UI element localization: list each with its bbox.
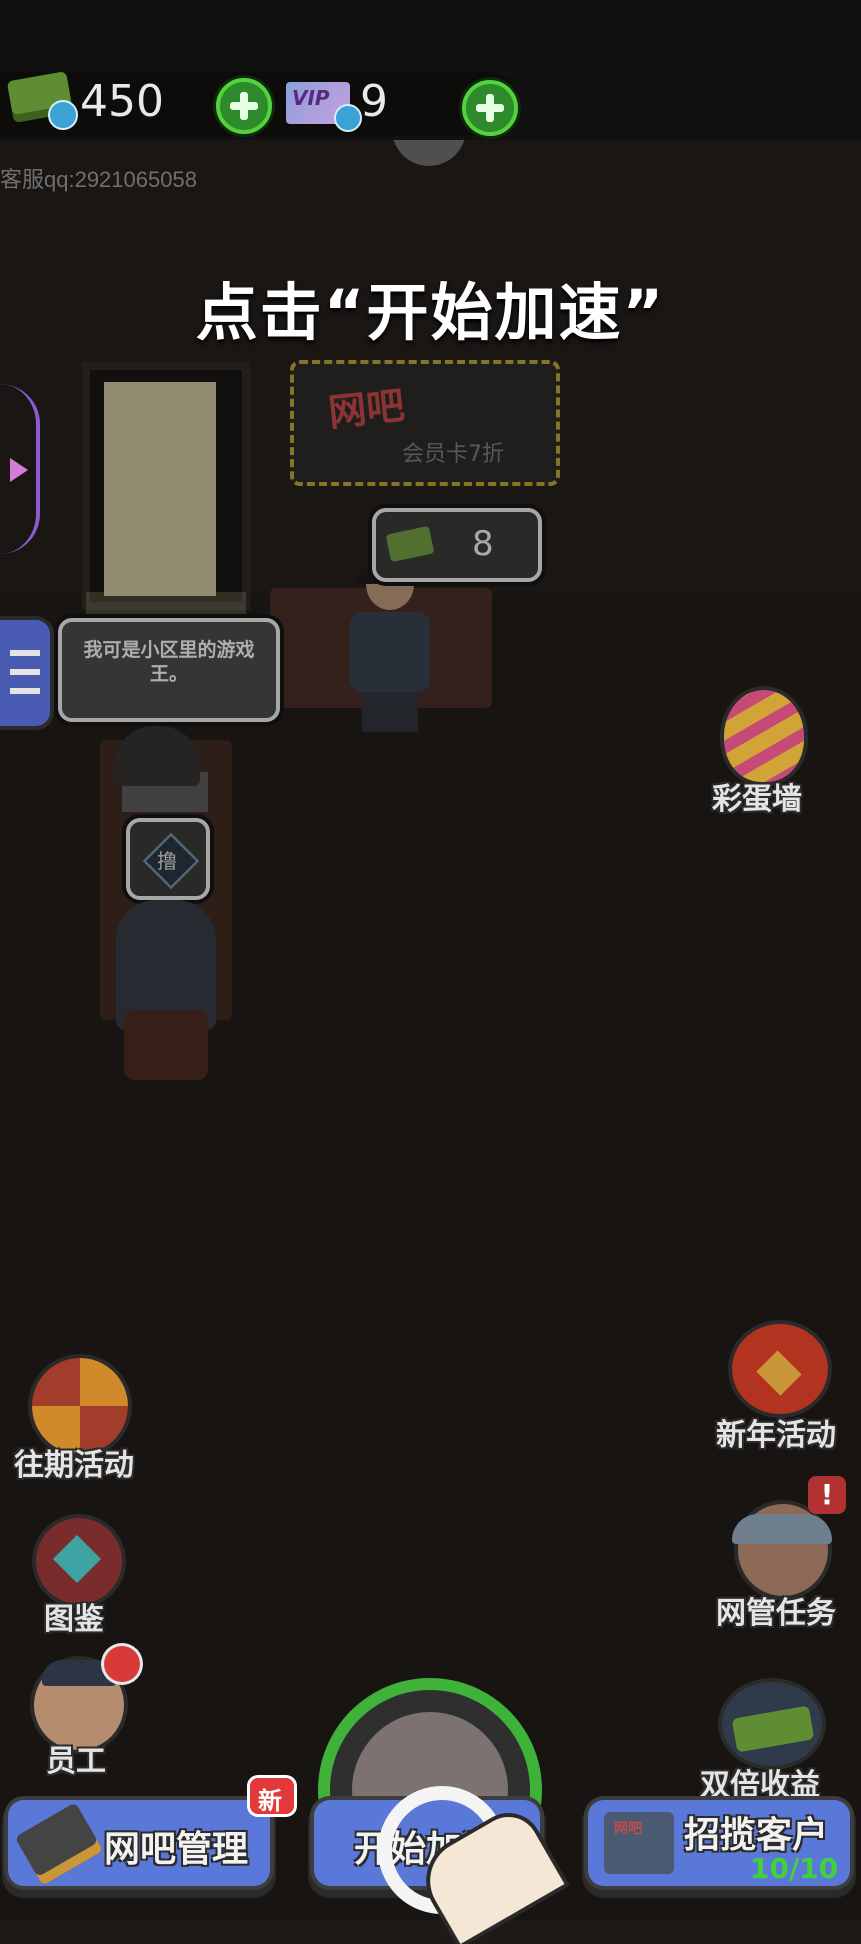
collection-label: 图鉴 — [44, 1602, 104, 1637]
vip-amount: 9 — [360, 76, 388, 127]
vip-video-icon — [334, 104, 362, 132]
recruit-customers-button[interactable]: 网吧 招揽客户 10/10 — [588, 1800, 850, 1886]
cashier-character — [350, 558, 430, 748]
past-events-button[interactable]: 往期活动 — [10, 1354, 160, 1484]
menu-list-button[interactable] — [0, 620, 50, 726]
easter-egg-wall-label: 彩蛋墙 — [712, 782, 802, 817]
new-badge-text: 新 — [258, 1787, 282, 1815]
doorway — [82, 362, 250, 610]
storefront-icon: 网吧 — [604, 1812, 674, 1874]
recruit-customers-label: 招揽客户 — [684, 1815, 829, 1856]
manage-cafe-button[interactable]: 网吧管理 — [8, 1800, 270, 1886]
income-bubble: 8 — [372, 508, 542, 582]
staff-label: 员工 — [46, 1744, 106, 1779]
add-vip-button[interactable] — [462, 80, 518, 136]
admin-tasks-label: 网管任务 — [716, 1596, 836, 1631]
chair — [124, 1010, 208, 1080]
cash-icon — [385, 525, 435, 563]
manage-cafe-label: 网吧管理 — [104, 1829, 249, 1870]
new-year-event-label: 新年活动 — [716, 1418, 836, 1453]
chevron-right-icon — [10, 458, 28, 482]
collection-button[interactable]: 图鉴 — [26, 1514, 136, 1644]
income-bubble-value: 8 — [472, 524, 494, 564]
easter-egg-wall-button[interactable]: 彩蛋墙 — [700, 680, 830, 820]
speech-bubble: 我可是小区里的游戏王。 — [58, 618, 280, 722]
alert-badge-icon: ! — [808, 1476, 846, 1514]
new-badge: 新 — [250, 1778, 294, 1815]
tutorial-hint: 点击“开始加速” — [195, 276, 666, 349]
add-cash-button[interactable] — [216, 78, 272, 134]
recruit-count: 10/10 — [750, 1852, 839, 1885]
side-drawer-toggle[interactable] — [0, 384, 40, 554]
notification-dot-icon — [104, 1646, 140, 1682]
admin-tasks-button[interactable]: ! 网管任务 — [716, 1476, 861, 1636]
double-income-label: 双倍收益 — [700, 1768, 820, 1803]
cash-amount: 450 — [80, 76, 164, 127]
lucky-bag-icon — [732, 1324, 828, 1414]
money-pile-icon — [722, 1682, 822, 1766]
sign-title: 网吧 — [326, 383, 407, 435]
speech-bubble-text: 我可是小区里的游戏王。 — [83, 639, 255, 685]
support-contact: 客服qq:2921065058 — [0, 167, 197, 192]
vip-card-label: VIP — [292, 86, 330, 110]
easter-egg-icon — [724, 690, 804, 782]
staff-button[interactable]: 员工 — [26, 1646, 146, 1779]
hammer-icon — [14, 1802, 104, 1886]
storefront-sign: 网吧 — [614, 1821, 642, 1837]
pc-status-text: 撸 — [157, 849, 177, 873]
admin-avatar-icon — [732, 1504, 832, 1596]
double-income-button[interactable]: 双倍收益 — [700, 1670, 850, 1810]
pc-status-bubble: 撸 — [126, 818, 210, 900]
new-year-event-button[interactable]: 新年活动 — [716, 1316, 861, 1456]
cafe-sign: 网吧 会员卡7折 — [290, 360, 560, 486]
book-icon — [36, 1518, 122, 1604]
sign-subtitle: 会员卡7折 — [402, 442, 504, 467]
past-events-label: 往期活动 — [14, 1448, 134, 1483]
list-icon — [10, 650, 40, 694]
cash-video-icon — [48, 100, 78, 130]
